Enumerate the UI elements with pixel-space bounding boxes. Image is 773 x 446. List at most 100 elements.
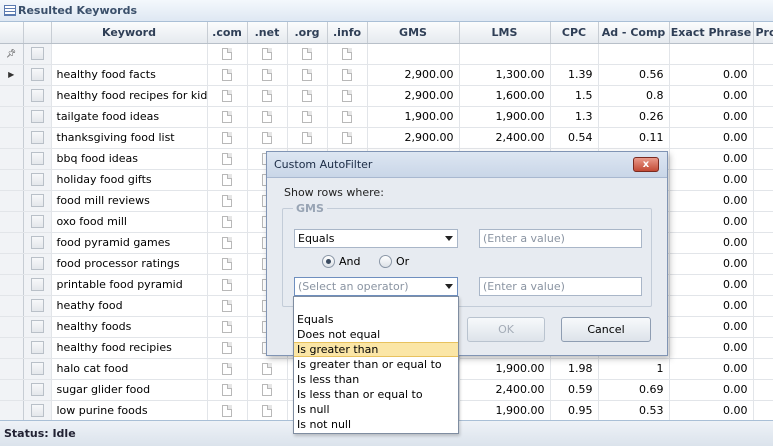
row-indicator[interactable] xyxy=(0,379,24,401)
cell-info[interactable] xyxy=(327,85,368,107)
radio-or-icon[interactable] xyxy=(379,255,392,268)
cell-pro[interactable] xyxy=(753,169,773,191)
close-icon[interactable]: x xyxy=(643,159,649,170)
cell-ad-comp[interactable]: 0.11 xyxy=(598,127,670,149)
close-button[interactable]: x xyxy=(633,157,659,172)
cell-keyword[interactable]: sugar glider food xyxy=(51,379,208,401)
cell-exact-phrase[interactable]: 0.00 xyxy=(669,190,754,212)
row-checkbox[interactable] xyxy=(23,274,52,296)
row-indicator[interactable] xyxy=(0,85,24,107)
row-indicator[interactable] xyxy=(0,337,24,359)
cell-pro[interactable] xyxy=(753,316,773,338)
ok-button[interactable]: OK xyxy=(467,317,545,342)
dropdown-option[interactable]: Is null xyxy=(294,402,458,417)
operator-select-2[interactable]: (Select an operator) xyxy=(294,277,458,296)
cell-cpc[interactable]: 0.54 xyxy=(550,127,599,149)
column-header-lms[interactable]: LMS xyxy=(459,22,551,44)
column-header-info[interactable]: .info xyxy=(327,22,368,44)
cell-pro[interactable] xyxy=(753,253,773,275)
cell-org[interactable] xyxy=(287,106,328,128)
row-checkbox[interactable] xyxy=(23,337,52,359)
row-indicator[interactable] xyxy=(0,106,24,128)
column-header-pro[interactable]: Pro xyxy=(753,22,773,44)
cell-exact-phrase[interactable]: 0.00 xyxy=(669,148,754,170)
cell-com[interactable] xyxy=(207,232,248,254)
cell-lms[interactable]: 2,400.00 xyxy=(459,127,551,149)
dropdown-option[interactable]: Is less than xyxy=(294,372,458,387)
column-header-gms[interactable]: GMS xyxy=(367,22,460,44)
column-header-org[interactable]: .org xyxy=(287,22,328,44)
row-checkbox[interactable] xyxy=(23,127,52,149)
cell-pro[interactable] xyxy=(753,379,773,401)
table-row[interactable]: tailgate food ideas 1,900.00 1,900.00 1.3 0.… xyxy=(0,106,773,128)
cell-exact-phrase[interactable]: 0.00 xyxy=(669,253,754,275)
checkbox-icon[interactable] xyxy=(30,194,44,208)
dropdown-option[interactable]: Is greater than xyxy=(294,342,458,357)
cell-com[interactable] xyxy=(207,64,248,86)
cell-net[interactable] xyxy=(247,127,288,149)
cell-cpc[interactable]: 1.5 xyxy=(550,85,599,107)
cell-pro[interactable] xyxy=(753,358,773,380)
radio-and-selected-icon[interactable] xyxy=(322,255,335,268)
cell-com[interactable] xyxy=(207,169,248,191)
checkbox-icon[interactable] xyxy=(30,362,44,376)
cell-ad-comp[interactable]: 1 xyxy=(598,358,670,380)
checkbox-icon[interactable] xyxy=(30,215,44,229)
cell-com[interactable] xyxy=(207,190,248,212)
cell-com[interactable] xyxy=(207,148,248,170)
dropdown-option[interactable]: Equals xyxy=(294,312,458,327)
row-indicator[interactable]: ▶ xyxy=(0,64,24,86)
filter-cell-net[interactable] xyxy=(247,43,288,65)
cell-keyword[interactable]: healthy food facts xyxy=(51,64,208,86)
cell-com[interactable] xyxy=(207,85,248,107)
checkbox-icon[interactable] xyxy=(30,47,44,61)
row-indicator[interactable] xyxy=(0,232,24,254)
radio-and[interactable]: And xyxy=(322,255,360,268)
column-header-keyword[interactable]: Keyword xyxy=(51,22,208,44)
row-checkbox[interactable] xyxy=(23,106,52,128)
cell-lms[interactable]: 1,900.00 xyxy=(459,106,551,128)
row-checkbox[interactable] xyxy=(23,358,52,380)
filter-cell-exact-phrase[interactable] xyxy=(669,43,754,65)
row-checkbox[interactable] xyxy=(23,211,52,233)
cell-com[interactable] xyxy=(207,316,248,338)
column-header-ad-comp[interactable]: Ad - Comp xyxy=(598,22,670,44)
cell-org[interactable] xyxy=(287,64,328,86)
cell-keyword[interactable]: thanksgiving food list xyxy=(51,127,208,149)
cell-ad-comp[interactable]: 0.8 xyxy=(598,85,670,107)
cell-com[interactable] xyxy=(207,358,248,380)
cell-keyword[interactable]: printable food pyramid xyxy=(51,274,208,296)
cell-keyword[interactable]: food processor ratings xyxy=(51,253,208,275)
row-checkbox[interactable] xyxy=(23,232,52,254)
cell-exact-phrase[interactable]: 0.00 xyxy=(669,316,754,338)
row-indicator[interactable] xyxy=(0,253,24,275)
checkbox-icon[interactable] xyxy=(30,152,44,166)
filter-cell-cpc[interactable] xyxy=(550,43,599,65)
filter-cell-org[interactable] xyxy=(287,43,328,65)
row-checkbox[interactable] xyxy=(23,169,52,191)
cell-exact-phrase[interactable]: 0.00 xyxy=(669,64,754,86)
filter-cell-gms[interactable] xyxy=(367,43,460,65)
column-header-com[interactable]: .com xyxy=(207,22,248,44)
chevron-down-icon[interactable] xyxy=(445,284,453,289)
cell-pro[interactable] xyxy=(753,211,773,233)
column-header-net[interactable]: .net xyxy=(247,22,288,44)
cell-exact-phrase[interactable]: 0.00 xyxy=(669,400,754,422)
checkbox-icon[interactable] xyxy=(30,404,44,418)
row-indicator[interactable] xyxy=(0,295,24,317)
cell-pro[interactable] xyxy=(753,337,773,359)
cell-com[interactable] xyxy=(207,106,248,128)
checkbox-icon[interactable] xyxy=(30,173,44,187)
cell-gms[interactable]: 2,900.00 xyxy=(367,85,460,107)
cell-gms[interactable]: 1,900.00 xyxy=(367,106,460,128)
cell-exact-phrase[interactable]: 0.00 xyxy=(669,169,754,191)
checkbox-icon[interactable] xyxy=(30,236,44,250)
column-header-exact-phrase[interactable]: Exact Phrase xyxy=(669,22,754,44)
row-checkbox[interactable] xyxy=(23,379,52,401)
cell-keyword[interactable]: heathy food xyxy=(51,295,208,317)
cell-pro[interactable] xyxy=(753,190,773,212)
row-indicator[interactable] xyxy=(0,127,24,149)
cell-ad-comp[interactable]: 0.56 xyxy=(598,64,670,86)
row-checkbox[interactable] xyxy=(23,316,52,338)
row-indicator[interactable] xyxy=(0,190,24,212)
